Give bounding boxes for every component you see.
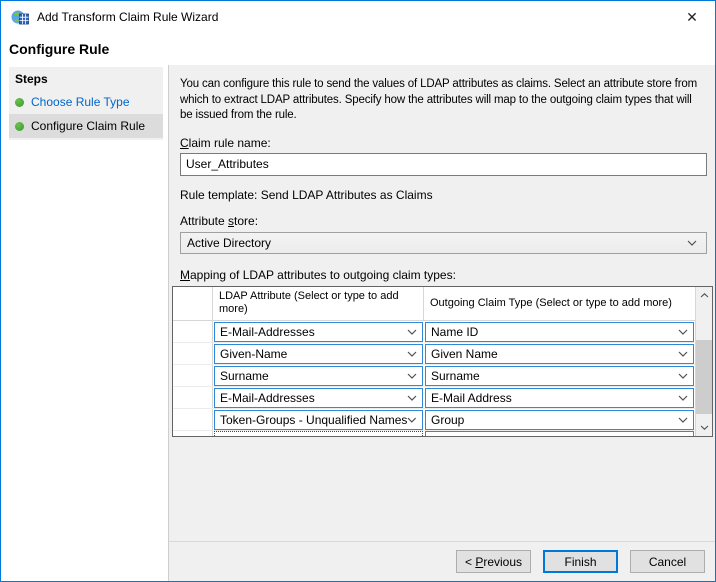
outgoing-claim-value: Name ID — [431, 325, 478, 339]
chevron-down-icon — [678, 373, 688, 379]
chevron-down-icon — [678, 329, 688, 335]
row-selector[interactable] — [173, 365, 213, 386]
step-complete-dot-icon — [15, 98, 24, 107]
scrollbar-track[interactable] — [696, 304, 712, 419]
row-selector[interactable] — [173, 409, 213, 430]
outgoing-claim-value: E-Mail Address — [431, 391, 512, 405]
mapping-table-label: Mapping of LDAP attributes to outgoing c… — [180, 268, 707, 282]
claim-rule-name-label: Claim rule name: — [180, 136, 707, 150]
wizard-app-icon — [11, 9, 29, 25]
mapping-grid: LDAP Attribute (Select or type to add mo… — [172, 286, 713, 437]
rule-description: You can configure this rule to send the … — [180, 77, 707, 124]
chevron-down-icon — [678, 351, 688, 357]
scroll-up-icon[interactable] — [696, 287, 712, 304]
attribute-store-select[interactable]: Active Directory — [180, 232, 707, 254]
mapping-row: E-Mail-Addresses Name ID — [173, 321, 695, 343]
ldap-attribute-value: Token-Groups - Unqualified Names — [220, 413, 407, 427]
step-choose-rule-type[interactable]: Choose Rule Type — [9, 90, 163, 114]
ldap-attribute-value: Given-Name — [220, 347, 287, 361]
mapping-new-row — [173, 431, 695, 436]
outgoing-claim-value: Surname — [431, 369, 480, 383]
row-selector[interactable] — [173, 387, 213, 408]
wizard-footer: < Previous Finish Cancel — [169, 541, 715, 581]
previous-button[interactable]: < Previous — [456, 550, 531, 573]
outgoing-claim-select[interactable]: Name ID — [425, 322, 694, 342]
close-icon: ✕ — [686, 9, 698, 26]
cancel-button[interactable]: Cancel — [630, 550, 705, 573]
steps-sidebar: Steps Choose Rule Type Configure Claim R… — [1, 65, 169, 581]
rule-template-text: Rule template: Send LDAP Attributes as C… — [180, 188, 707, 202]
chevron-down-icon — [678, 417, 688, 423]
title-bar: Add Transform Claim Rule Wizard ✕ — [1, 1, 715, 33]
wizard-body: Steps Choose Rule Type Configure Claim R… — [1, 65, 715, 581]
outgoing-claim-value: Given Name — [431, 347, 498, 361]
chevron-down-icon — [407, 373, 417, 379]
step-label: Configure Claim Rule — [31, 119, 145, 133]
step-label: Choose Rule Type — [31, 95, 130, 109]
finish-button[interactable]: Finish — [543, 550, 618, 573]
ldap-attribute-value: E-Mail-Addresses — [220, 325, 315, 339]
outgoing-claim-select[interactable]: E-Mail Address — [425, 388, 694, 408]
mapping-row: Given-Name Given Name — [173, 343, 695, 365]
outgoing-claim-select[interactable]: Surname — [425, 366, 694, 386]
wizard-window: Add Transform Claim Rule Wizard ✕ Config… — [0, 0, 716, 582]
chevron-down-icon — [407, 417, 417, 423]
mapping-row: Token-Groups - Unqualified Names Group — [173, 409, 695, 431]
scroll-down-icon[interactable] — [696, 419, 712, 436]
row-selector[interactable] — [173, 343, 213, 364]
attribute-store-value: Active Directory — [187, 236, 271, 250]
row-selector-header — [173, 287, 213, 320]
mapping-row: Surname Surname — [173, 365, 695, 387]
row-selector[interactable] — [173, 431, 213, 436]
main-panel: You can configure this rule to send the … — [169, 65, 715, 581]
chevron-down-icon — [687, 240, 697, 246]
new-ldap-attribute-select[interactable] — [214, 431, 423, 436]
attribute-store-label: Attribute store: — [180, 214, 707, 228]
ldap-attribute-column-header: LDAP Attribute (Select or type to add mo… — [213, 287, 424, 320]
ldap-attribute-select[interactable]: Token-Groups - Unqualified Names — [214, 410, 423, 430]
outgoing-claim-select[interactable]: Group — [425, 410, 694, 430]
step-configure-claim-rule[interactable]: Configure Claim Rule — [9, 114, 163, 138]
ldap-attribute-value: Surname — [220, 369, 269, 383]
chevron-down-icon — [407, 351, 417, 357]
mapping-grid-header: LDAP Attribute (Select or type to add mo… — [173, 287, 695, 321]
configure-rule-content: You can configure this rule to send the … — [169, 65, 715, 541]
outgoing-claim-value: Group — [431, 413, 464, 427]
close-button[interactable]: ✕ — [669, 2, 715, 33]
ldap-attribute-select[interactable]: Surname — [214, 366, 423, 386]
chevron-down-icon — [407, 395, 417, 401]
row-selector[interactable] — [173, 321, 213, 342]
claim-rule-name-input[interactable] — [180, 153, 707, 176]
ldap-attribute-select[interactable]: E-Mail-Addresses — [214, 388, 423, 408]
ldap-attribute-value: E-Mail-Addresses — [220, 391, 315, 405]
page-title: Configure Rule — [1, 33, 715, 65]
step-complete-dot-icon — [15, 122, 24, 131]
grid-vertical-scrollbar[interactable] — [695, 287, 712, 436]
mapping-row: E-Mail-Addresses E-Mail Address — [173, 387, 695, 409]
chevron-down-icon — [407, 329, 417, 335]
chevron-down-icon — [678, 395, 688, 401]
outgoing-claim-select[interactable]: Given Name — [425, 344, 694, 364]
scrollbar-thumb[interactable] — [696, 340, 712, 414]
steps-panel: Steps Choose Rule Type Configure Claim R… — [9, 67, 163, 140]
steps-heading: Steps — [9, 67, 163, 90]
ldap-attribute-select[interactable]: E-Mail-Addresses — [214, 322, 423, 342]
window-title: Add Transform Claim Rule Wizard — [37, 10, 218, 24]
ldap-attribute-select[interactable]: Given-Name — [214, 344, 423, 364]
outgoing-claim-type-column-header: Outgoing Claim Type (Select or type to a… — [424, 287, 695, 320]
new-outgoing-claim-select[interactable] — [425, 431, 694, 436]
